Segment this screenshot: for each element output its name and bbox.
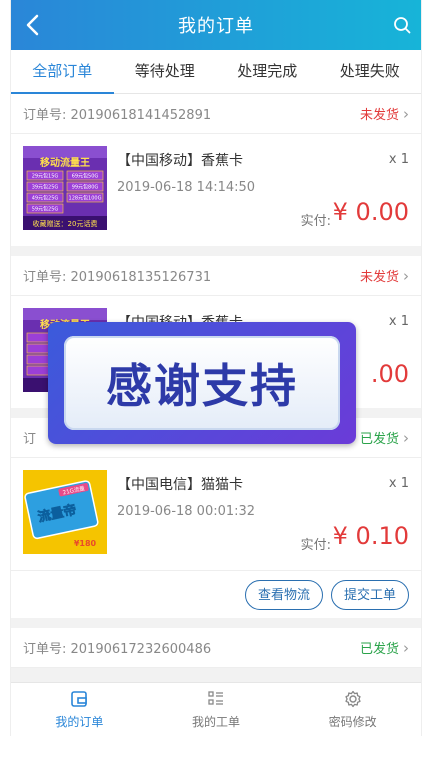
gear-icon (345, 690, 361, 708)
view-logistics-button[interactable]: 查看物流 (244, 579, 323, 610)
order-tabs: 全部订单 等待处理 处理完成 处理失败 (11, 50, 421, 94)
tab-failed[interactable]: 处理失败 (319, 50, 422, 93)
product-thumbnail-telecom: 21G流量 流量帝 ¥180 (23, 470, 107, 554)
order-header[interactable]: 订单号: 20190618141452891 未发货 › (11, 94, 421, 134)
order-number: 订单号: 20190618135126731 (23, 270, 212, 285)
paid-amount: ¥ 0.00 (332, 198, 409, 226)
submit-ticket-button[interactable]: 提交工单 (330, 579, 409, 610)
order-time: 2019-06-18 14:14:50 (117, 180, 256, 195)
order-status-label: 未发货 (359, 270, 399, 285)
list-icon (208, 691, 223, 705)
bottom-tabbar: 我的订单 我的工单 密码修改 (11, 682, 421, 736)
paid-amount: .00 (370, 360, 409, 388)
product-name: 【中国移动】香蕉卡 (117, 153, 243, 169)
tabbar-label: 密码修改 (328, 715, 377, 729)
product-thumbnail-mobile: 移动流量王 29元包15G 69元包50G 39元包25G 99元包80G 49… (23, 146, 107, 230)
chevron-right-icon: › (403, 428, 409, 447)
svg-text:99元包80G: 99元包80G (72, 184, 99, 191)
banner-text: 感谢支持 (106, 359, 298, 413)
tabbar-my-tickets[interactable]: 我的工单 (148, 683, 285, 736)
order-status: 已发货 › (359, 638, 409, 658)
order-card: 订单号: 20190617232600486 已发货 › (11, 628, 421, 668)
product-quantity: x 1 (388, 314, 409, 329)
order-header[interactable]: 订单号: 20190617232600486 已发货 › (11, 628, 421, 668)
tabbar-my-orders[interactable]: 我的订单 (11, 683, 148, 736)
tabbar-label: 我的工单 (192, 715, 241, 729)
chevron-right-icon: › (403, 638, 409, 657)
banner-plate: 感谢支持 (64, 336, 340, 430)
order-number: 订单号: 20190618141452891 (23, 108, 212, 123)
order-actions: 查看物流 提交工单 (11, 570, 421, 618)
order-item[interactable]: 移动流量王 29元包15G 69元包50G 39元包25G 99元包80G 49… (11, 134, 421, 246)
header-bar: 我的订单 (11, 0, 421, 50)
order-status-label: 已发货 (359, 642, 399, 657)
product-quantity: x 1 (388, 476, 409, 491)
paid-amount: ¥ 0.10 (332, 522, 409, 550)
svg-text:49元包25G: 49元包25G (32, 195, 59, 202)
svg-text:69元包50G: 69元包50G (72, 173, 99, 180)
thank-you-banner: 感谢支持 (48, 322, 356, 444)
order-time: 2019-06-18 00:01:32 (117, 504, 256, 519)
order-header[interactable]: 订单号: 20190618135126731 未发货 › (11, 256, 421, 296)
order-number: 订单号: 20190617232600486 (23, 642, 212, 657)
tabbar-change-password[interactable]: 密码修改 (284, 683, 421, 736)
tabbar-label: 我的订单 (55, 715, 104, 729)
order-status: 未发货 › (359, 104, 409, 124)
tab-all-orders[interactable]: 全部订单 (11, 50, 114, 94)
svg-text:收藏赠送：20元话费: 收藏赠送：20元话费 (33, 219, 98, 228)
svg-text:29元包15G: 29元包15G (32, 173, 59, 180)
paid-label: 实付: (300, 214, 331, 229)
chevron-right-icon: › (403, 266, 409, 285)
svg-text:39元包25G: 39元包25G (32, 184, 59, 191)
search-icon[interactable] (393, 16, 411, 34)
order-number: 订 (23, 432, 37, 447)
svg-text:¥180: ¥180 (74, 539, 97, 548)
chevron-right-icon: › (403, 104, 409, 123)
orders-icon (71, 691, 88, 707)
order-status: 已发货 › (359, 428, 409, 448)
paid-label: 实付: (300, 538, 331, 553)
order-status: 未发货 › (359, 266, 409, 286)
order-status-label: 未发货 (359, 108, 399, 123)
thumb-title: 移动流量王 (40, 156, 90, 169)
page-title: 我的订单 (178, 16, 254, 37)
svg-text:128元包100G: 128元包100G (69, 195, 102, 202)
order-status-label: 已发货 (359, 432, 399, 447)
order-card: 订单号: 20190618141452891 未发货 › 移动流量王 29元包1… (11, 94, 421, 246)
order-item[interactable]: 21G流量 流量帝 ¥180 【中国电信】猫猫卡 x 1 2019-06-18 … (11, 458, 421, 570)
product-name: 【中国电信】猫猫卡 (117, 477, 243, 493)
svg-text:59元包25G: 59元包25G (32, 206, 59, 213)
back-arrow-icon[interactable] (23, 14, 43, 36)
order-card: 订 已发货 › 21G流量 流量帝 ¥180 【中国电信】猫猫卡 x 1 201… (11, 418, 421, 618)
tab-pending[interactable]: 等待处理 (114, 50, 217, 93)
tab-completed[interactable]: 处理完成 (216, 50, 319, 93)
product-quantity: x 1 (388, 152, 409, 167)
